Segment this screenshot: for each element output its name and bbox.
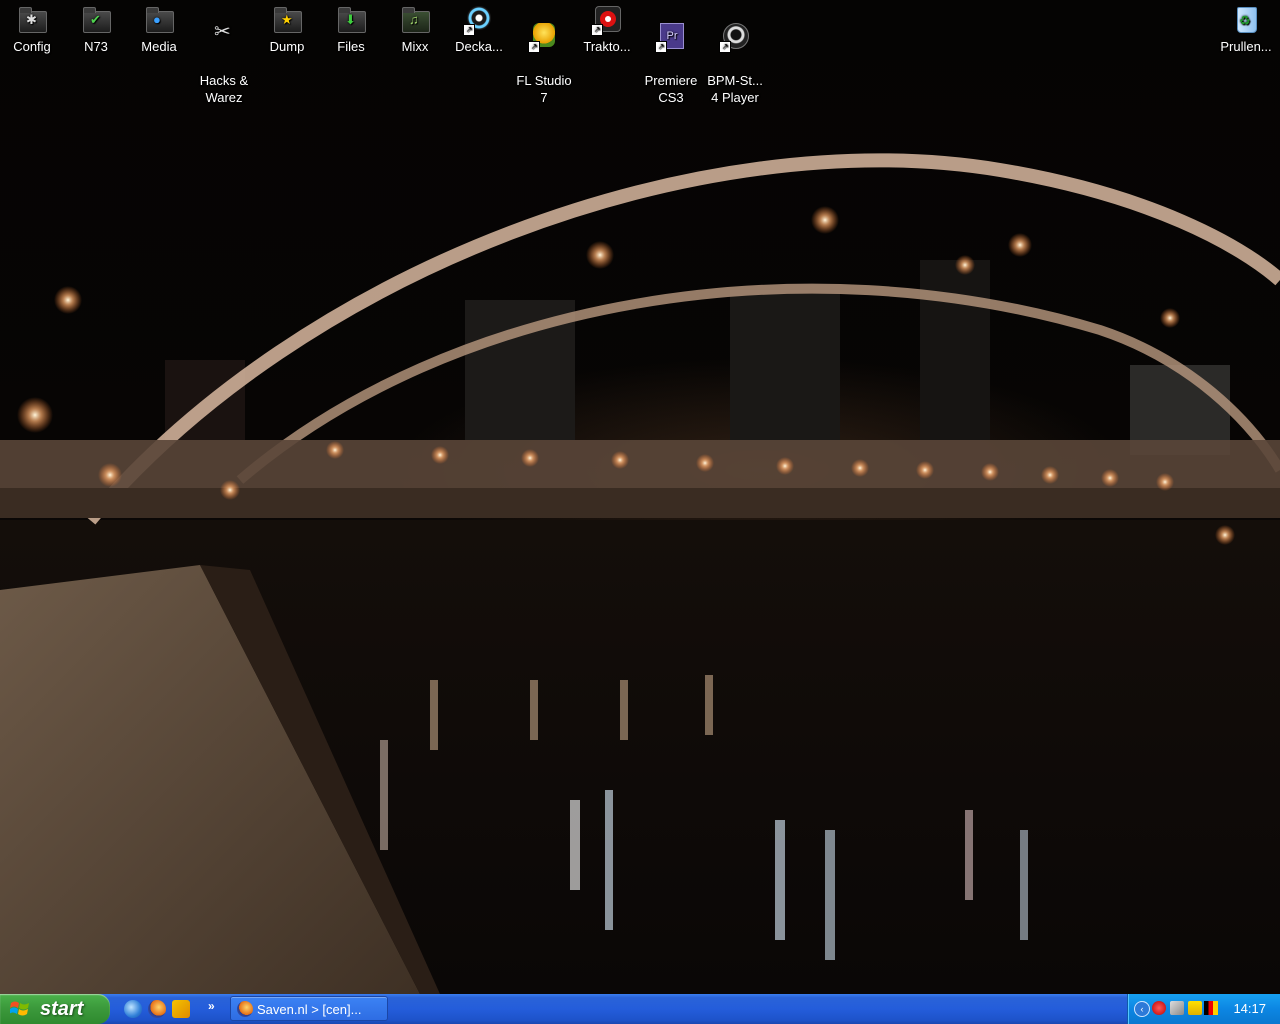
- system-tray: ‹ 14:17: [1127, 994, 1280, 1024]
- tray-security-icon[interactable]: [1170, 1001, 1184, 1015]
- mixx-icon: ♫: [399, 4, 431, 36]
- desktop-icon-label: BPM-St... 4 Player: [707, 73, 763, 105]
- desktop-icon-deckadance[interactable]: ↗ Decka...: [444, 2, 514, 55]
- desktop-icon-label: Trakto...: [583, 39, 631, 54]
- hacks-warez-tools-icon: ✂: [214, 21, 231, 43]
- start-label: start: [40, 998, 84, 1020]
- tray-flag-icon[interactable]: [1204, 1001, 1218, 1015]
- quick-launch-more-button[interactable]: »: [208, 999, 215, 1013]
- desktop-icon-label: FL Studio 7: [516, 73, 572, 105]
- desktop-icon-label: Media: [141, 39, 177, 54]
- desktop-icon-bpm-studio[interactable]: ↗ BPM-St... 4 Player: [700, 2, 770, 106]
- clock[interactable]: 14:17: [1233, 994, 1266, 1024]
- desktop-icon-media[interactable]: ● Media: [124, 2, 194, 55]
- dump-folder-icon: ★: [271, 4, 303, 36]
- n73-folder-icon: ✔: [80, 4, 112, 36]
- tray-network-icon[interactable]: [1152, 1001, 1166, 1015]
- deckadance-shortcut-icon: ↗: [463, 4, 495, 36]
- windows-flag-icon: [10, 1001, 29, 1016]
- desktop-icon-mixx[interactable]: ♫ Mixx: [380, 2, 450, 55]
- media-folder-icon: ●: [143, 4, 175, 36]
- desktop-icon-label: Mixx: [401, 39, 429, 54]
- desktop-icon-label: Dump: [269, 39, 305, 54]
- desktop-icon-recycle-bin[interactable]: ♻ Prullen...: [1211, 2, 1280, 55]
- desktop-icon-fl-studio[interactable]: ↗ FL Studio 7: [509, 2, 579, 106]
- fl-studio-shortcut-icon: ↗: [528, 21, 560, 53]
- desktop-icon-label: Premiere CS3: [644, 73, 698, 105]
- recycle-bin-icon: ♻: [1230, 4, 1262, 36]
- taskbar: start » Saven.nl > [cen]... ‹ 14:17: [0, 994, 1280, 1024]
- firefox-icon[interactable]: [148, 1000, 166, 1018]
- traktor-shortcut-icon: ↗: [591, 4, 623, 36]
- taskbar-button-firefox[interactable]: Saven.nl > [cen]...: [230, 996, 388, 1021]
- config-folder-icon: ✱: [16, 4, 48, 36]
- tray-zonealarm-icon[interactable]: [1188, 1001, 1202, 1015]
- desktop-icon-hacks-warez[interactable]: ✂ Hacks & Warez: [189, 2, 259, 106]
- desktop-icon-config[interactable]: ✱ Config: [0, 2, 67, 55]
- bpm-studio-shortcut-icon: ↗: [719, 21, 751, 53]
- desktop-icon-dump[interactable]: ★ Dump: [252, 2, 322, 55]
- taskbar-button-label: Saven.nl > [cen]...: [257, 1002, 362, 1017]
- desktop-icon-label: Files: [337, 39, 365, 54]
- desktop-icon-label: Prullen...: [1220, 39, 1272, 54]
- desktop-icon-files[interactable]: ⬇ Files: [316, 2, 386, 55]
- winamp-icon[interactable]: [172, 1000, 190, 1018]
- start-button[interactable]: start: [0, 994, 110, 1024]
- tray-arrow-icon[interactable]: ‹: [1134, 1001, 1150, 1017]
- desktop-icon-premiere[interactable]: Pr ↗ Premiere CS3: [636, 2, 706, 106]
- desktop: ✱ Config ✔ N73 ● Media ✂ Hacks & Warez ★…: [0, 0, 1280, 994]
- desktop-icon-label: Hacks & Warez: [199, 73, 249, 105]
- files-folder-icon: ⬇: [335, 4, 367, 36]
- desktop-icon-label: Decka...: [455, 39, 503, 54]
- desktop-icon-label: Config: [13, 39, 51, 54]
- firefox-icon: [237, 1001, 253, 1017]
- premiere-cs3-shortcut-icon: Pr ↗: [655, 21, 687, 53]
- desktop-icon-traktor[interactable]: ↗ Trakto...: [572, 2, 642, 55]
- desktop-icon-n73[interactable]: ✔ N73: [61, 2, 131, 55]
- desktop-icon-label: N73: [84, 39, 108, 54]
- internet-explorer-icon[interactable]: [124, 1000, 142, 1018]
- night-bridge-wallpaper: [0, 153, 1280, 994]
